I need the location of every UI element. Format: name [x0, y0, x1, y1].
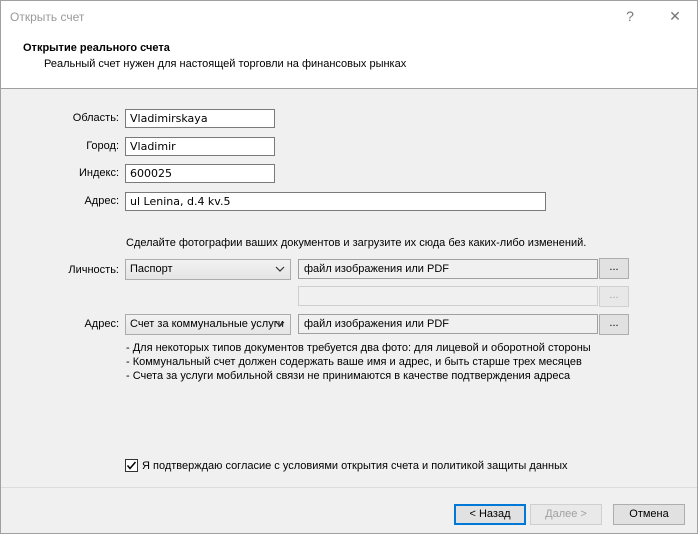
identity-label: Личность:: [68, 264, 119, 276]
identity-browse2-button[interactable]: ...: [599, 286, 629, 307]
close-button[interactable]: ✕: [655, 4, 695, 28]
cancel-button[interactable]: Отмена: [613, 504, 685, 525]
address-type-value: Счет за коммунальные услуги: [130, 318, 284, 330]
chevron-down-icon: [275, 321, 285, 327]
address-file-field[interactable]: файл изображения или PDF: [298, 314, 598, 334]
page-title: Открытие реального счета: [23, 42, 170, 54]
next-button[interactable]: Далее >: [530, 504, 602, 525]
identity-file2-field[interactable]: [298, 286, 598, 306]
identity-type-select[interactable]: Паспорт: [125, 259, 291, 280]
note-line: - Коммунальный счет должен содержать ваш…: [126, 356, 582, 368]
close-icon: ✕: [669, 7, 681, 24]
identity-type-value: Паспорт: [130, 263, 173, 275]
page-subtitle: Реальный счет нужен для настоящей торгов…: [44, 58, 407, 70]
index-field[interactable]: 600025: [125, 164, 275, 183]
region-label: Область:: [72, 112, 119, 124]
city-field[interactable]: Vladimir: [125, 137, 275, 156]
index-label: Индекс:: [78, 167, 119, 179]
identity-browse-button[interactable]: ...: [599, 258, 629, 279]
documents-instruction: Сделайте фотографии ваших документов и з…: [126, 237, 587, 249]
wizard-header: Открытие реального счета Реальный счет н…: [1, 32, 697, 89]
note-line: - Для некоторых типов документов требует…: [126, 342, 591, 354]
consent-label: Я подтверждаю согласие с условиями откры…: [142, 459, 568, 472]
address-file-placeholder: файл изображения или PDF: [304, 318, 449, 330]
address-browse-button[interactable]: ...: [599, 314, 629, 335]
address-type-select[interactable]: Счет за коммунальные услуги: [125, 314, 291, 335]
city-label: Город:: [86, 140, 119, 152]
region-field[interactable]: Vladimirskaya: [125, 109, 275, 128]
help-icon: ?: [626, 8, 634, 24]
checkmark-icon: [126, 461, 137, 470]
identity-file-field[interactable]: файл изображения или PDF: [298, 259, 598, 279]
back-button[interactable]: < Назад: [454, 504, 526, 525]
title-bar: Открыть счет ? ✕: [1, 1, 697, 32]
address-label: Адрес:: [84, 195, 119, 207]
chevron-down-icon: [275, 266, 285, 272]
identity-file-placeholder: файл изображения или PDF: [304, 263, 449, 275]
button-bar: < Назад Далее > Отмена: [1, 487, 697, 533]
window-title: Открыть счет: [10, 10, 85, 24]
note-line: - Счета за услуги мобильной связи не при…: [126, 370, 571, 382]
address-field[interactable]: ul Lenina, d.4 kv.5: [125, 192, 546, 211]
consent-checkbox[interactable]: [125, 459, 138, 472]
address-doc-label: Адрес:: [84, 318, 119, 330]
dialog-window: Открыть счет ? ✕ Открытие реального счет…: [0, 0, 698, 534]
consent-row[interactable]: Я подтверждаю согласие с условиями откры…: [125, 459, 568, 472]
help-button[interactable]: ?: [610, 4, 650, 28]
